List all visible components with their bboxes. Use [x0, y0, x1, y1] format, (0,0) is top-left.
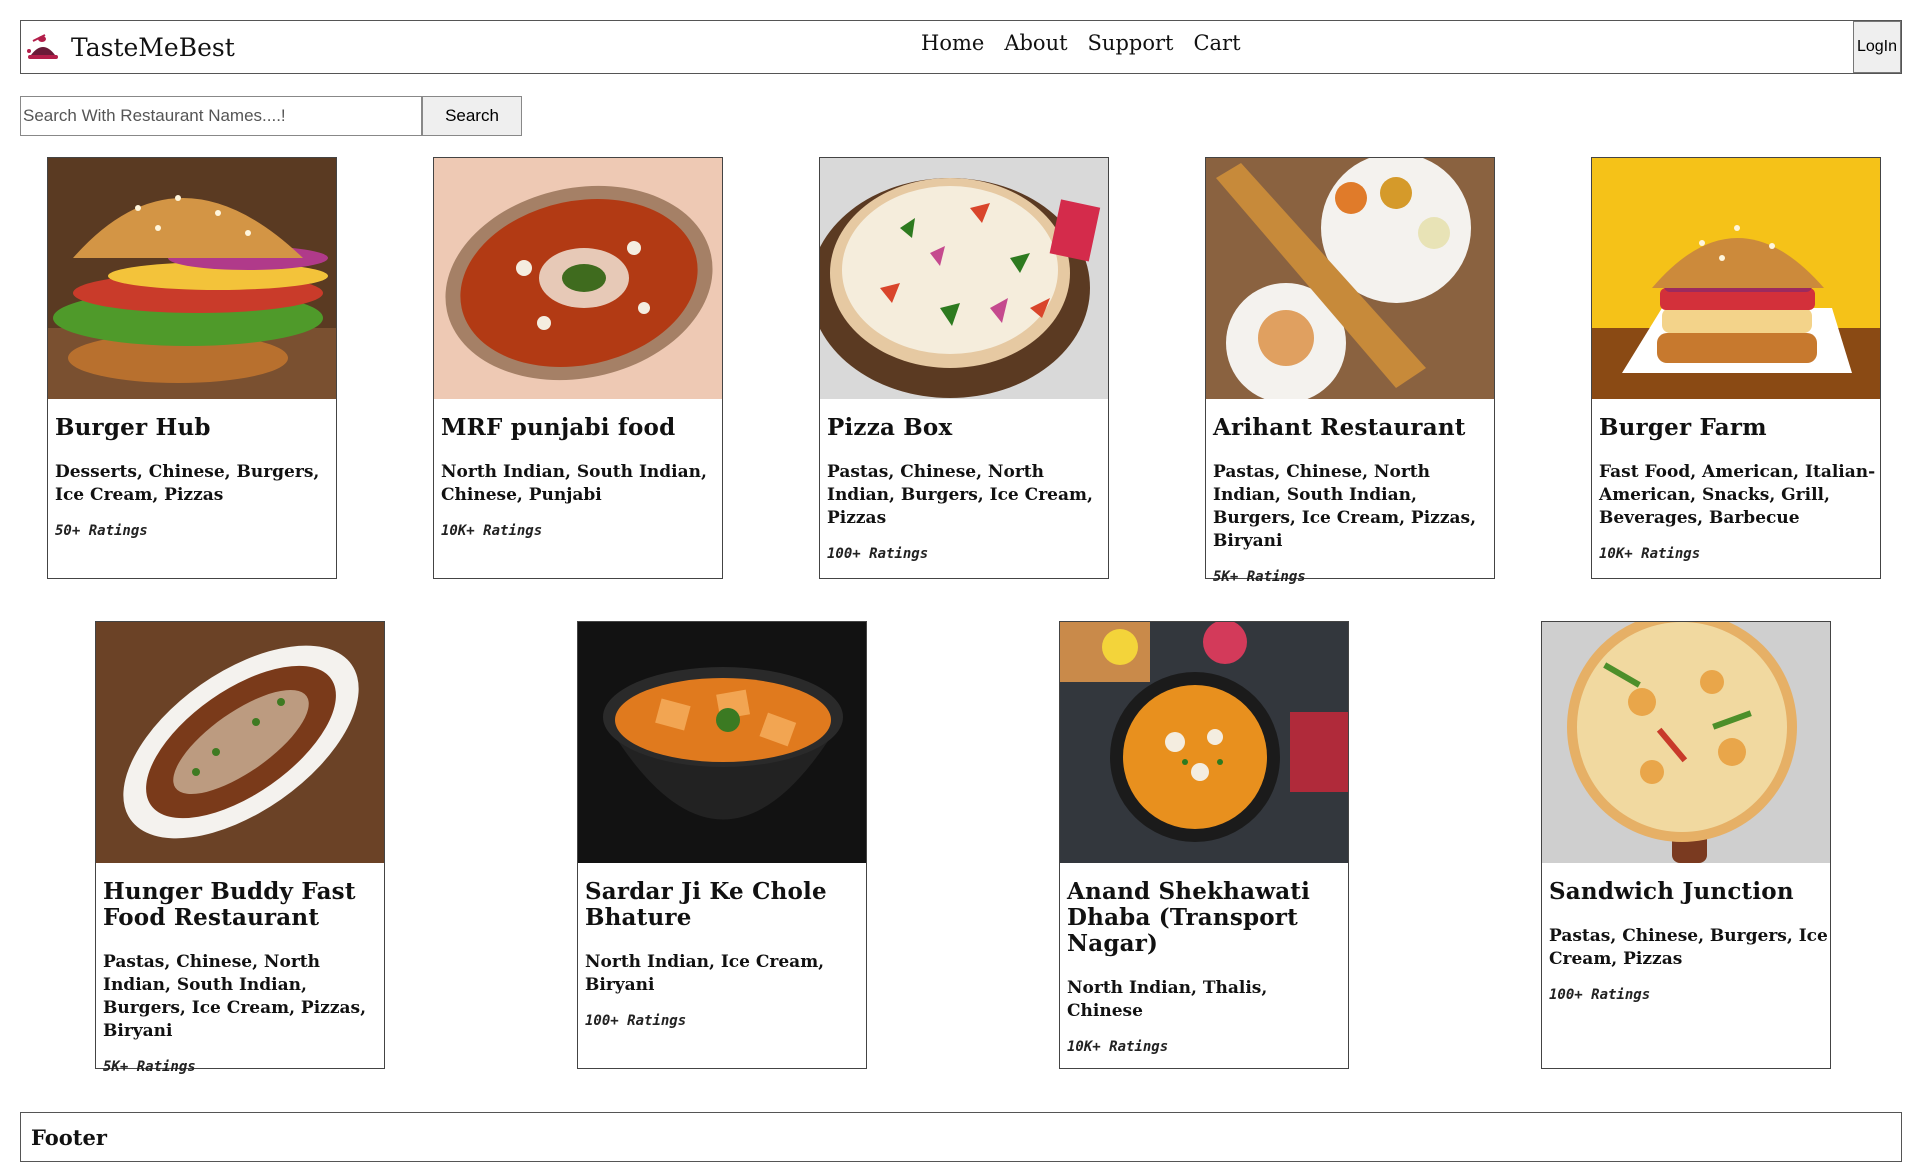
restaurant-name: Anand Shekhawati Dhaba (Transport Nagar) [1067, 878, 1311, 957]
restaurant-cuisines: North Indian, Thalis, Chinese [1067, 978, 1268, 1021]
restaurant-card[interactable]: Arihant Restaurant Pastas, Chinese, Nort… [1205, 157, 1495, 585]
restaurant-image [1206, 158, 1494, 399]
restaurant-card[interactable]: Pizza Box Pastas, Chinese, North Indian,… [819, 157, 1109, 579]
restaurant-image [578, 622, 866, 863]
nav-cart[interactable]: Cart [1193, 31, 1240, 55]
footer-label: Footer [31, 1125, 107, 1150]
restaurant-cuisines: North Indian, Ice Cream, Biryani [585, 952, 825, 995]
restaurant-cuisines: Desserts, Chinese, Burgers, Ice Cream, P… [55, 462, 320, 505]
main-nav: Home About Support Cart [921, 31, 1241, 55]
nav-home[interactable]: Home [921, 31, 984, 55]
restaurant-ratings: 50+ Ratings [55, 523, 148, 539]
restaurant-cuisines: Pastas, Chinese, Burgers, Ice Cream, Piz… [1549, 926, 1828, 969]
search-input[interactable] [20, 96, 422, 136]
restaurant-name: Arihant Restaurant [1213, 414, 1466, 441]
restaurant-card[interactable]: Hunger Buddy Fast Food Restaurant Pastas… [95, 621, 385, 1075]
chef-cloche-icon [25, 29, 61, 65]
search-bar: Search [20, 96, 522, 136]
restaurant-name: Sandwich Junction [1549, 878, 1794, 905]
nav-about[interactable]: About [1004, 31, 1067, 55]
restaurant-card[interactable]: MRF punjabi food North Indian, South Ind… [433, 157, 723, 579]
restaurant-ratings: 100+ Ratings [1549, 987, 1651, 1003]
restaurant-name: MRF punjabi food [441, 414, 676, 441]
restaurant-card[interactable]: Sardar Ji Ke Chole Bhature North Indian,… [577, 621, 867, 1069]
nav-support[interactable]: Support [1088, 31, 1174, 55]
restaurant-image [1060, 622, 1348, 863]
restaurant-image [820, 158, 1108, 399]
restaurant-ratings: 10K+ Ratings [1599, 546, 1701, 562]
restaurant-image [96, 622, 384, 863]
search-button[interactable]: Search [422, 96, 522, 136]
restaurant-card[interactable]: Sandwich Junction Pastas, Chinese, Burge… [1541, 621, 1831, 1069]
restaurant-cuisines: North Indian, South Indian, Chinese, Pun… [441, 462, 707, 505]
restaurant-ratings: 100+ Ratings [585, 1013, 687, 1029]
restaurant-image [1542, 622, 1830, 863]
login-button[interactable]: LogIn [1853, 21, 1901, 73]
restaurant-ratings: 10K+ Ratings [1067, 1039, 1169, 1055]
restaurant-cuisines: Pastas, Chinese, North Indian, South Ind… [1213, 462, 1476, 551]
restaurant-name: Sardar Ji Ke Chole Bhature [585, 878, 827, 931]
restaurant-name: Pizza Box [827, 414, 953, 441]
restaurant-cuisines: Pastas, Chinese, North Indian, Burgers, … [827, 462, 1093, 528]
restaurant-name: Burger Hub [55, 414, 211, 441]
logo[interactable]: TasteMeBest [25, 29, 235, 65]
restaurant-cuisines: Pastas, Chinese, North Indian, South Ind… [103, 952, 366, 1041]
restaurant-ratings: 100+ Ratings [827, 546, 929, 562]
restaurant-image [434, 158, 722, 399]
restaurant-name: Burger Farm [1599, 414, 1767, 441]
restaurant-ratings: 5K+ Ratings [103, 1059, 196, 1075]
restaurant-name: Hunger Buddy Fast Food Restaurant [103, 878, 356, 931]
restaurant-card[interactable]: Burger Hub Desserts, Chinese, Burgers, I… [47, 157, 337, 579]
restaurant-image [1592, 158, 1880, 399]
restaurant-ratings: 10K+ Ratings [441, 523, 543, 539]
brand-name: TasteMeBest [71, 32, 235, 62]
restaurant-ratings: 5K+ Ratings [1213, 569, 1306, 585]
site-header: TasteMeBest Home About Support Cart LogI… [20, 20, 1902, 74]
restaurant-cuisines: Fast Food, American, Italian-American, S… [1599, 462, 1876, 528]
restaurant-card[interactable]: Burger Farm Fast Food, American, Italian… [1591, 157, 1881, 579]
site-footer: Footer [20, 1112, 1902, 1162]
restaurant-image [48, 158, 336, 399]
restaurant-card[interactable]: Anand Shekhawati Dhaba (Transport Nagar)… [1059, 621, 1349, 1069]
